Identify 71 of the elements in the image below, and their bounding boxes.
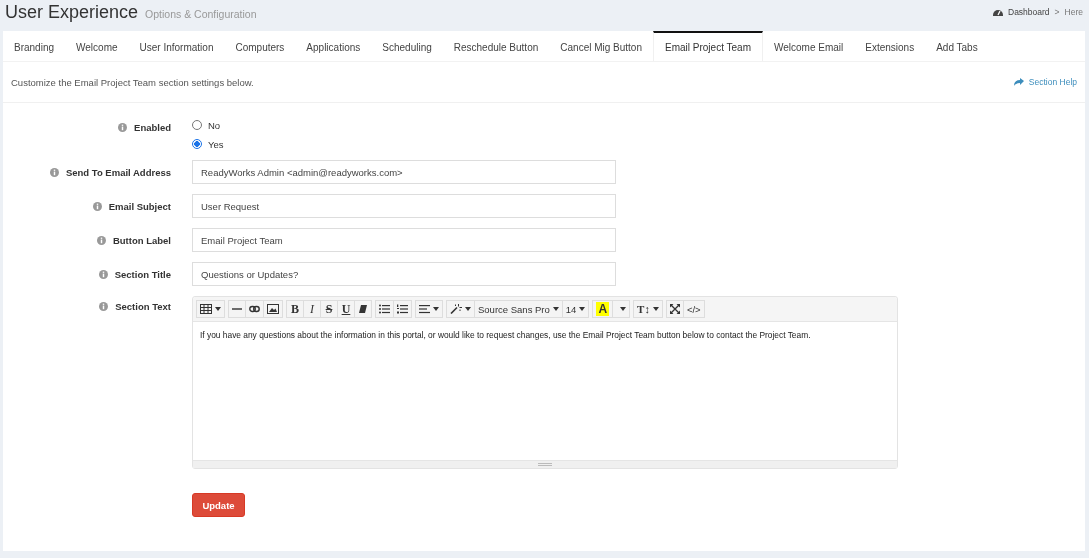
eraser-button[interactable] [354, 300, 372, 318]
text-field[interactable]: Questions or Updates? [192, 262, 616, 286]
tab[interactable]: Welcome Email [762, 31, 855, 61]
bold-button[interactable]: B [286, 300, 304, 318]
dropdown-button[interactable]: Source Sans Pro [474, 300, 563, 318]
magic-icon [450, 304, 462, 314]
share-icon [1013, 78, 1024, 86]
align-icon [419, 304, 430, 314]
breadcrumb-current: Here [1064, 7, 1083, 17]
tab[interactable]: Welcome [65, 31, 129, 61]
tab[interactable]: Computers [224, 31, 296, 61]
tab[interactable]: Extensions [854, 31, 926, 61]
radio-button[interactable] [192, 139, 202, 149]
text-field[interactable]: User Request [192, 194, 616, 218]
field-label: Email Subject [108, 200, 171, 212]
field-label: Section Title [114, 268, 171, 280]
page-title: User Experience [5, 1, 139, 23]
dropdown-button[interactable] [612, 300, 631, 318]
image-button[interactable] [263, 300, 283, 318]
section-help-link[interactable]: Section Help [1013, 77, 1077, 87]
align-button[interactable] [415, 300, 443, 318]
magic-button[interactable] [446, 300, 475, 318]
expand-button[interactable] [665, 300, 684, 318]
info-icon [99, 301, 109, 311]
tab[interactable]: Applications [295, 31, 372, 61]
tab[interactable]: Email Project Team [653, 31, 763, 61]
tab[interactable]: Branding [3, 31, 66, 61]
numbers-button[interactable] [393, 300, 412, 318]
info-icon [96, 235, 106, 245]
image-icon [267, 304, 279, 314]
tab[interactable]: Add Tabs [925, 31, 989, 61]
editor-text[interactable]: If you have any questions about the information in this portal, or would like to request changes, use the Email Project Team button below to contact the Project Team. [193, 322, 897, 460]
italic-button[interactable]: I [303, 300, 321, 318]
tab[interactable]: Cancel Mig Button [549, 31, 653, 61]
font-color-button[interactable]: A [592, 300, 614, 318]
info-icon [92, 201, 102, 211]
field-label: Button Label [112, 234, 171, 246]
link-icon [249, 304, 260, 314]
rule-button[interactable] [228, 300, 246, 318]
strikethrough-button[interactable]: S [320, 300, 338, 318]
text-field[interactable]: Email Project Team [192, 228, 616, 252]
table-button[interactable] [196, 300, 225, 318]
expand-icon [669, 304, 680, 314]
underline-button[interactable]: U [337, 300, 355, 318]
section-description: Customize the Email Project Team section settings below. [11, 76, 254, 88]
radio-label: Yes [208, 138, 224, 150]
text-field[interactable]: ReadyWorks Admin <admin@readyworks.com> [192, 160, 616, 184]
info-icon [118, 122, 128, 132]
dashboard-icon [993, 8, 1003, 16]
info-icon [98, 269, 108, 279]
breadcrumb-separator: > [1054, 7, 1060, 17]
field-label: Send To Email Address [65, 166, 171, 178]
bullets-icon [379, 304, 390, 314]
page-subtitle: Options & Configuration [145, 7, 257, 20]
numbers-icon [397, 304, 408, 314]
dropdown-button[interactable]: 14 [561, 300, 590, 318]
radio-label: No [208, 119, 221, 131]
info-icon [49, 167, 59, 177]
breadcrumb-link[interactable]: Dashboard [1008, 7, 1050, 17]
eraser-icon [358, 304, 368, 314]
tab[interactable]: Reschedule Button [442, 31, 550, 61]
field-label: Section Text [115, 300, 171, 312]
field-label: Enabled [134, 121, 171, 133]
line-height-button[interactable]: T↕ [633, 300, 663, 318]
resize-handle[interactable] [538, 463, 552, 466]
caret-icon [619, 307, 626, 311]
tab[interactable]: User Information [128, 31, 225, 61]
code-view-button[interactable]: </> [682, 300, 705, 318]
update-button[interactable]: Update [192, 493, 245, 517]
table-icon [200, 304, 212, 314]
tab[interactable]: Scheduling [371, 31, 443, 61]
